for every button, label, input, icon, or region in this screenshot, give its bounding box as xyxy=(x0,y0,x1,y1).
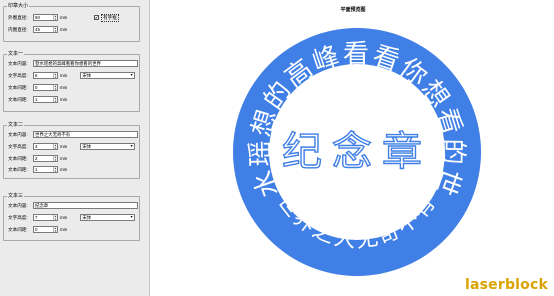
text1-height-row: 文字高度: 6 ▴ ▾ mm 宋体 ▼ xyxy=(8,72,136,79)
text1-space-unit: mm xyxy=(60,85,68,90)
text1-gap-label: 文本间距: xyxy=(8,97,28,102)
text2-space-unit: mm xyxy=(60,156,68,161)
text3-content-input[interactable]: 纪念章 xyxy=(33,202,138,209)
text1-font-value: 宋体 xyxy=(82,73,92,78)
text3-font-select[interactable]: 宋体 ▼ xyxy=(80,214,136,221)
inner-diameter-label: 内圈直径: xyxy=(8,27,28,32)
seal-center-text: 纪念章 xyxy=(282,129,432,175)
text3-space-stepper[interactable]: ▴ ▾ xyxy=(53,227,57,232)
text1-height-unit: mm xyxy=(60,73,68,78)
outer-diameter-row: 外圈直径: 60 ▴ ▾ mm xyxy=(8,14,67,21)
text2-gap-row: 文本间距: 1 ▴ ▾ mm xyxy=(8,166,67,173)
text1-height-value: 6 xyxy=(35,73,38,78)
text1-gap-value: 1 xyxy=(35,97,38,102)
text2-group: 文本二 文本内容: 世界之大无奇不有 文字高度: 4 ▴ ▾ mm 宋体 ▼ 文本… xyxy=(3,122,140,179)
settings-panel: 印章大小 外圈直径: 60 ▴ ▾ mm 内圈直径: 45 ▴ ▾ mm ✔ 有字框… xyxy=(0,0,150,296)
text2-gap-input[interactable]: 1 ▴ ▾ xyxy=(33,166,58,173)
text2-height-value: 4 xyxy=(35,144,38,149)
text1-gap-row: 文本间距: 1 ▴ ▾ mm xyxy=(8,96,67,103)
text2-height-unit: mm xyxy=(60,144,68,149)
text1-space-row: 文本间距: 0 ▴ ▾ mm xyxy=(8,84,67,91)
text1-height-input[interactable]: 6 ▴ ▾ xyxy=(33,72,58,79)
inner-diameter-unit: mm xyxy=(60,27,68,32)
text1-gap-input[interactable]: 1 ▴ ▾ xyxy=(33,96,58,103)
text1-space-value: 0 xyxy=(35,85,38,90)
text2-height-row: 文字高度: 4 ▴ ▾ mm 宋体 ▼ xyxy=(8,143,136,150)
has-frame-label: 有字框 xyxy=(101,13,119,22)
text3-height-unit: mm xyxy=(60,215,68,220)
text3-height-input[interactable]: 7 ▴ ▾ xyxy=(33,214,58,221)
has-frame-checkbox[interactable]: ✔ xyxy=(94,15,99,20)
outer-diameter-stepper[interactable]: ▴ ▾ xyxy=(53,15,57,20)
text1-space-label: 文本间距: xyxy=(8,85,28,90)
text1-space-stepper[interactable]: ▴ ▾ xyxy=(53,85,57,90)
text1-group: 文本一 文本内容: 登水瑶想的高峰看看你想看的世界 文字高度: 6 ▴ ▾ mm … xyxy=(3,51,140,112)
text1-gap-unit: mm xyxy=(60,97,68,102)
text2-group-title: 文本二 xyxy=(7,122,25,128)
text3-space-value: 0 xyxy=(35,227,38,232)
chevron-down-icon: ▼ xyxy=(129,73,134,77)
text3-content-label: 文本内容: xyxy=(8,203,28,208)
text1-height-stepper[interactable]: ▴ ▾ xyxy=(53,73,57,78)
text1-space-input[interactable]: 0 ▴ ▾ xyxy=(33,84,58,91)
text3-group-title: 文本三 xyxy=(7,193,25,199)
text3-space-input[interactable]: 0 ▴ ▾ xyxy=(33,226,58,233)
text2-font-select[interactable]: 宋体 ▼ xyxy=(80,143,136,150)
text3-space-unit: mm xyxy=(60,227,68,232)
inner-diameter-value: 45 xyxy=(35,27,40,32)
text3-space-label: 文本间距: xyxy=(8,227,28,232)
watermark-text: laserblock xyxy=(464,277,548,293)
text2-space-row: 文本间距: 2 ▴ ▾ mm xyxy=(8,155,67,162)
text2-content-label: 文本内容: xyxy=(8,132,28,137)
text3-height-label: 文字高度: xyxy=(8,215,28,220)
text3-font-value: 宋体 xyxy=(82,215,92,220)
text2-space-stepper[interactable]: ▴ ▾ xyxy=(53,156,57,161)
inner-diameter-row: 内圈直径: 45 ▴ ▾ mm xyxy=(8,26,67,33)
outer-diameter-input[interactable]: 60 ▴ ▾ xyxy=(33,14,58,21)
text1-group-title: 文本一 xyxy=(7,51,25,57)
text2-gap-label: 文本间距: xyxy=(8,167,28,172)
text1-content-input[interactable]: 登水瑶想的高峰看看你想看的世界 xyxy=(33,60,138,67)
preview-pane: 平面预览图 登水瑶想的高峰看看你想看的世界 世界之大无奇不有 纪念章 xyxy=(152,0,554,296)
text3-height-stepper[interactable]: ▴ ▾ xyxy=(53,215,57,220)
text3-space-row: 文本间距: 0 ▴ ▾ mm xyxy=(8,226,67,233)
text1-gap-stepper[interactable]: ▴ ▾ xyxy=(53,97,57,102)
text3-content-row: 文本内容: 纪念章 xyxy=(8,202,138,209)
text2-space-input[interactable]: 2 ▴ ▾ xyxy=(33,155,58,162)
text2-gap-unit: mm xyxy=(60,167,68,172)
text2-height-label: 文字高度: xyxy=(8,144,28,149)
text2-gap-stepper[interactable]: ▴ ▾ xyxy=(53,167,57,172)
ring-size-group: 印章大小 外圈直径: 60 ▴ ▾ mm 内圈直径: 45 ▴ ▾ mm ✔ 有字框 xyxy=(3,3,140,42)
outer-diameter-label: 外圈直径: xyxy=(8,15,28,20)
text2-content-row: 文本内容: 世界之大无奇不有 xyxy=(8,131,138,138)
text1-font-select[interactable]: 宋体 ▼ xyxy=(80,72,136,79)
chevron-down-icon: ▼ xyxy=(129,215,134,219)
text1-height-label: 文字高度: xyxy=(8,73,28,78)
seal-preview: 登水瑶想的高峰看看你想看的世界 世界之大无奇不有 纪念章 xyxy=(152,0,481,276)
outer-diameter-unit: mm xyxy=(60,15,68,20)
text2-gap-value: 1 xyxy=(35,167,38,172)
text3-height-row: 文字高度: 7 ▴ ▾ mm 宋体 ▼ xyxy=(8,214,136,221)
text2-content-input[interactable]: 世界之大无奇不有 xyxy=(33,131,138,138)
text2-height-input[interactable]: 4 ▴ ▾ xyxy=(33,143,58,150)
text1-content-label: 文本内容: xyxy=(8,61,28,66)
inner-diameter-input[interactable]: 45 ▴ ▾ xyxy=(33,26,58,33)
text2-height-stepper[interactable]: ▴ ▾ xyxy=(53,144,57,149)
ring-size-group-title: 印章大小 xyxy=(7,3,30,9)
outer-diameter-value: 60 xyxy=(35,15,40,20)
text3-height-value: 7 xyxy=(35,215,38,220)
text1-content-row: 文本内容: 登水瑶想的高峰看看你想看的世界 xyxy=(8,60,138,67)
text2-space-value: 2 xyxy=(35,156,38,161)
inner-diameter-stepper[interactable]: ▴ ▾ xyxy=(53,27,57,32)
text2-space-label: 文本间距: xyxy=(8,156,28,161)
chevron-down-icon: ▼ xyxy=(129,144,134,148)
has-frame-toggle[interactable]: ✔ 有字框 xyxy=(94,13,119,22)
text3-group: 文本三 文本内容: 纪念章 文字高度: 7 ▴ ▾ mm 宋体 ▼ 文本间距: 0… xyxy=(3,193,140,241)
text2-font-value: 宋体 xyxy=(82,144,92,149)
